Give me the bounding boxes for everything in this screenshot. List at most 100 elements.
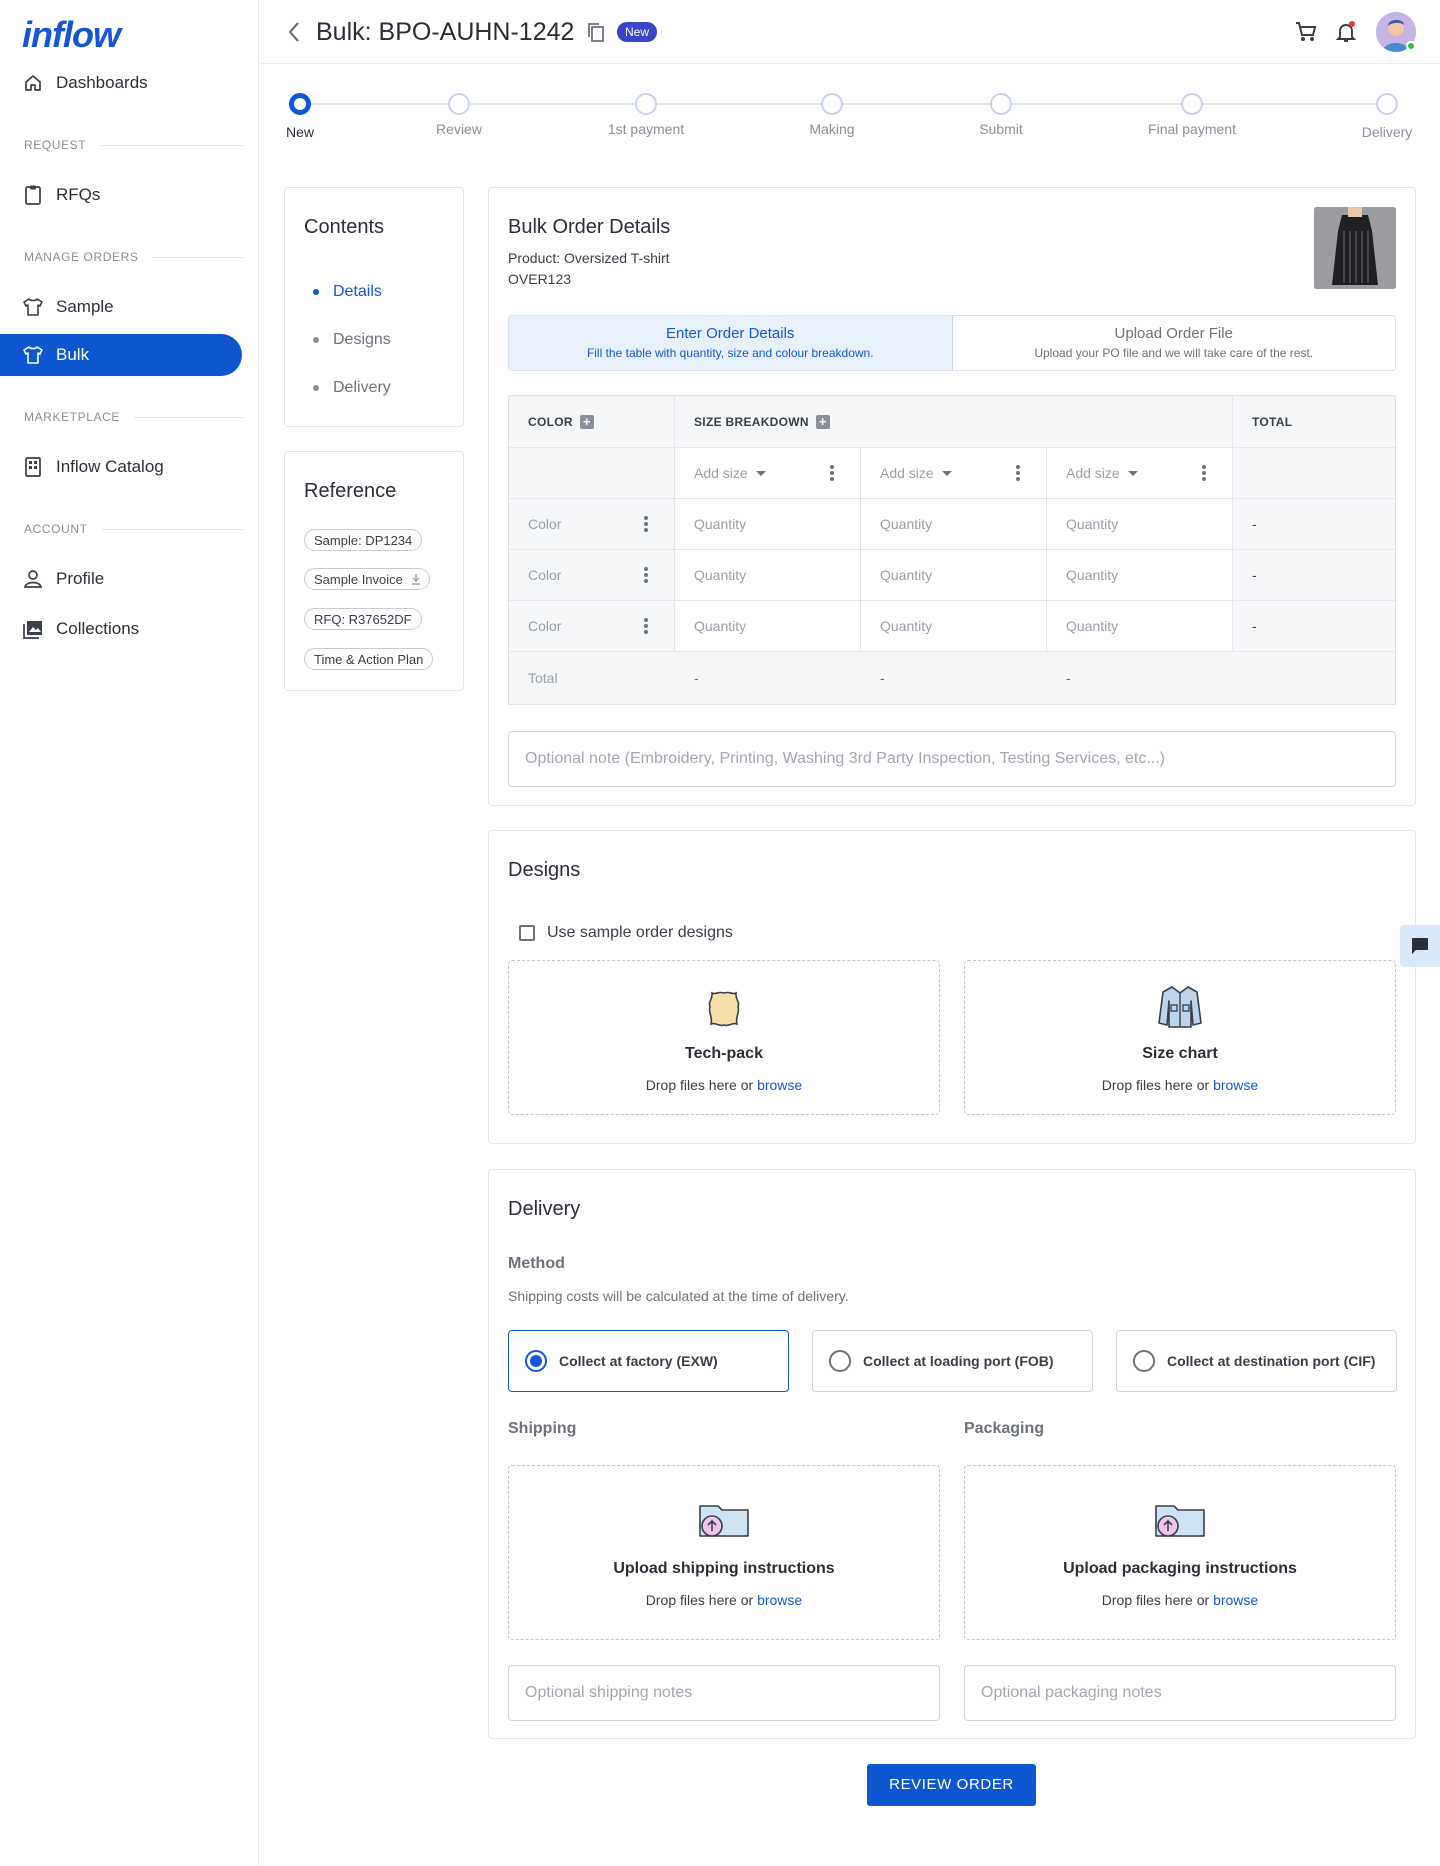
browse-link[interactable]: browse <box>1213 1592 1258 1608</box>
tshirt-icon <box>22 344 44 366</box>
sidebar-item-label: Bulk <box>56 345 90 364</box>
page-title: Bulk: BPO-AUHN-1242 <box>316 18 575 46</box>
add-size-dropdown[interactable]: Add size <box>675 448 861 498</box>
tab-upload-order-file[interactable]: Upload Order File Upload your PO file an… <box>953 316 1396 370</box>
nav-section-marketplace: MARKETPLACE <box>24 410 244 424</box>
chevron-down-icon <box>755 470 766 476</box>
color-input[interactable]: Color <box>509 499 675 549</box>
step-new: New <box>230 92 370 140</box>
order-note-input[interactable]: Optional note (Embroidery, Printing, Was… <box>508 731 1396 787</box>
total-label: Total <box>509 652 675 704</box>
sidebar-item-rfqs[interactable]: RFQs <box>0 174 242 216</box>
tech-pack-dropzone[interactable]: Tech-pack Drop files here or browse <box>508 960 940 1115</box>
notification-bell-icon[interactable] <box>1334 20 1358 44</box>
checkbox[interactable] <box>519 925 535 941</box>
shipping-label: Shipping <box>508 1420 577 1437</box>
add-color-icon[interactable]: + <box>579 414 594 429</box>
sidebar-item-sample[interactable]: Sample <box>0 286 242 328</box>
table-row: Color Quantity Quantity Quantity - <box>509 550 1395 601</box>
row-total: - <box>1233 550 1395 600</box>
dropzone-title: Size chart <box>1142 1045 1218 1062</box>
contents-item-designs[interactable]: Designs <box>313 331 391 349</box>
radio-selected[interactable] <box>525 1350 547 1372</box>
quantity-input[interactable]: Quantity <box>1047 499 1233 549</box>
color-input[interactable]: Color <box>509 601 675 651</box>
tab-enter-order-details[interactable]: Enter Order Details Fill the table with … <box>509 316 953 370</box>
dropzone-title: Upload shipping instructions <box>613 1560 835 1577</box>
designs-title: Designs <box>508 859 581 881</box>
method-fob-radio[interactable]: Collect at loading port (FOB) <box>812 1330 1093 1392</box>
size-chart-dropzone[interactable]: Size chart Drop files here or browse <box>964 960 1396 1115</box>
step-delivery: Delivery <box>1317 92 1440 140</box>
contents-item-delivery[interactable]: Delivery <box>313 379 391 397</box>
quantity-input[interactable]: Quantity <box>675 601 861 651</box>
table-total-row: Total - - - <box>509 652 1395 704</box>
download-icon[interactable] <box>411 573 421 588</box>
add-size-dropdown[interactable]: Add size <box>861 448 1047 498</box>
more-vert-icon[interactable] <box>1016 465 1020 481</box>
method-label: Method <box>508 1255 565 1272</box>
reference-chip-sample[interactable]: Sample: DP1234 <box>304 529 423 551</box>
size-selector-row: Add size Add size Add size <box>509 448 1395 499</box>
nav-section-account: ACCOUNT <box>24 522 244 536</box>
shipping-instructions-dropzone[interactable]: Upload shipping instructions Drop files … <box>508 1465 940 1640</box>
quantity-input[interactable]: Quantity <box>675 499 861 549</box>
use-sample-designs-checkbox[interactable]: Use sample order designs <box>519 924 733 942</box>
reference-chip-sample-invoice[interactable]: Sample Invoice <box>304 568 430 590</box>
browse-link[interactable]: browse <box>757 1077 802 1093</box>
folder-upload-icon <box>509 1500 939 1540</box>
quantity-input[interactable]: Quantity <box>675 550 861 600</box>
more-vert-icon[interactable] <box>644 516 648 532</box>
column-header-size-breakdown: SIZE BREAKDOWN + <box>675 396 1233 447</box>
sidebar-item-dashboards[interactable]: Dashboards <box>0 62 242 104</box>
method-cif-radio[interactable]: Collect at destination port (CIF) <box>1116 1330 1397 1392</box>
nav-section-request: REQUEST <box>24 138 244 152</box>
browse-link[interactable]: browse <box>757 1592 802 1608</box>
step-review: Review <box>389 92 529 137</box>
packaging-instructions-dropzone[interactable]: Upload packaging instructions Drop files… <box>964 1465 1396 1640</box>
cart-icon[interactable] <box>1294 20 1318 44</box>
sidebar-item-collections[interactable]: Collections <box>0 608 242 650</box>
add-size-dropdown[interactable]: Add size <box>1047 448 1233 498</box>
review-order-button[interactable]: REVIEW ORDER <box>867 1764 1036 1806</box>
order-title: Bulk Order Details <box>508 216 671 238</box>
reference-chip-rfq[interactable]: RFQ: R37652DF <box>304 608 422 630</box>
color-input[interactable]: Color <box>509 550 675 600</box>
product-thumbnail[interactable] <box>1314 207 1396 289</box>
browse-link[interactable]: browse <box>1213 1077 1258 1093</box>
packaging-notes-input[interactable]: Optional packaging notes <box>964 1665 1396 1721</box>
shipping-notes-input[interactable]: Optional shipping notes <box>508 1665 940 1721</box>
quantity-input[interactable]: Quantity <box>861 550 1047 600</box>
add-size-icon[interactable]: + <box>815 414 830 429</box>
quantity-input[interactable]: Quantity <box>1047 550 1233 600</box>
radio[interactable] <box>1133 1350 1155 1372</box>
copy-icon[interactable] <box>585 21 609 45</box>
method-exw-radio[interactable]: Collect at factory (EXW) <box>508 1330 789 1392</box>
radio[interactable] <box>829 1350 851 1372</box>
column-header-total: TOTAL <box>1233 396 1395 447</box>
dropzone-hint: Drop files here or browse <box>645 1077 803 1093</box>
contents-item-details[interactable]: Details <box>313 283 382 301</box>
sidebar-item-profile[interactable]: Profile <box>0 558 242 600</box>
sidebar-item-inflow-catalog[interactable]: Inflow Catalog <box>0 446 242 488</box>
back-arrow-icon[interactable] <box>282 19 306 45</box>
sidebar-item-label: Dashboards <box>56 73 148 92</box>
logo[interactable]: inflow <box>22 14 121 56</box>
sidebar-item-bulk[interactable]: Bulk <box>0 334 242 376</box>
more-vert-icon[interactable] <box>1202 465 1206 481</box>
more-vert-icon[interactable] <box>644 567 648 583</box>
quantity-input[interactable]: Quantity <box>861 601 1047 651</box>
step-1st-payment: 1st payment <box>576 92 716 137</box>
quantity-input[interactable]: Quantity <box>1047 601 1233 651</box>
nav-section-manage-orders: MANAGE ORDERS <box>24 250 244 264</box>
more-vert-icon[interactable] <box>830 465 834 481</box>
home-icon <box>22 72 44 94</box>
quantity-input[interactable]: Quantity <box>861 499 1047 549</box>
packaging-label: Packaging <box>964 1420 1045 1437</box>
top-header: Bulk: BPO-AUHN-1242 New <box>260 0 1440 64</box>
reference-chip-time-action-plan[interactable]: Time & Action Plan <box>304 648 434 670</box>
sidebar-item-label: Inflow Catalog <box>56 457 164 476</box>
chat-icon[interactable] <box>1400 925 1440 967</box>
more-vert-icon[interactable] <box>644 618 648 634</box>
row-total: - <box>1233 499 1395 549</box>
